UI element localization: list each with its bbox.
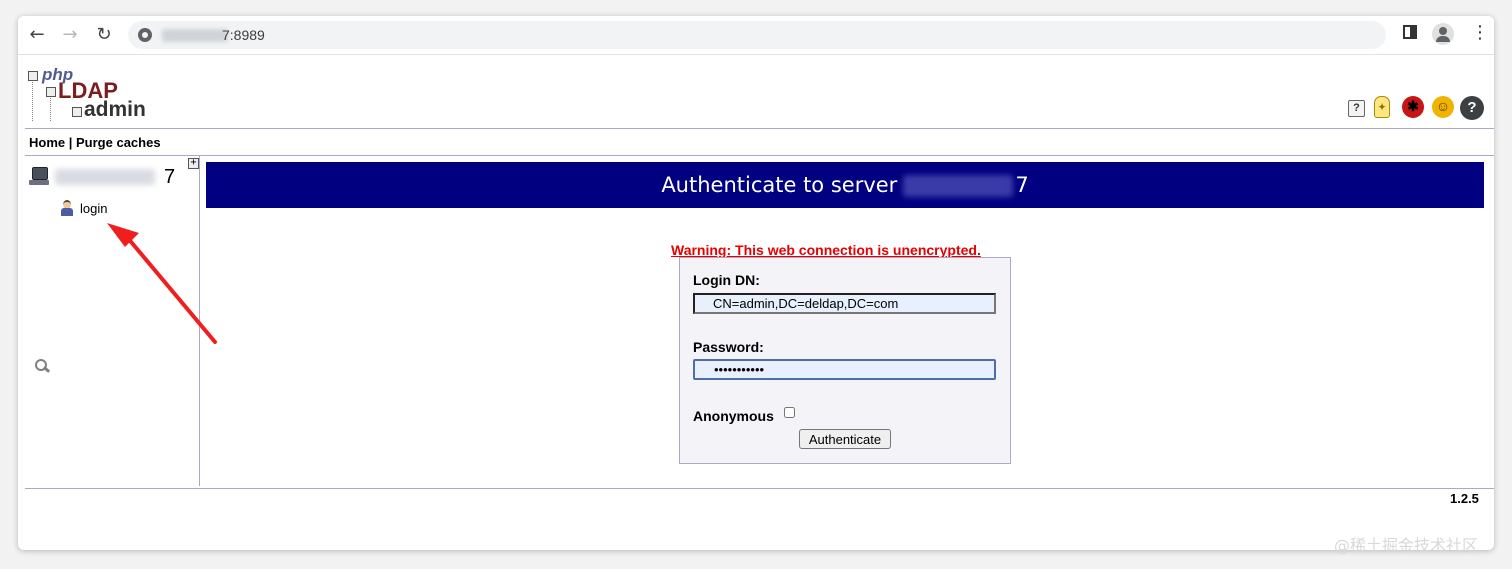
password-input[interactable]	[693, 359, 996, 380]
annotation-arrow	[107, 223, 217, 344]
login-form: Login DN: Password: Anonymous Authentica…	[679, 257, 1011, 464]
logo-tree-node	[28, 71, 38, 81]
divider	[25, 488, 1494, 489]
help-icon[interactable]: ?	[1348, 100, 1365, 117]
reload-icon[interactable]: ↻	[93, 24, 115, 46]
anonymous-label: Anonymous	[693, 408, 774, 424]
server-name-redacted	[55, 169, 155, 185]
kebab-menu-icon[interactable]: ⋮	[1471, 23, 1489, 43]
server-name-redacted	[903, 175, 1014, 197]
page-content: php LDAP admin ? ✦ ✱ ☺ ? Home | Purge ca…	[18, 55, 1494, 550]
login-link[interactable]: login	[80, 201, 107, 216]
server-icon	[29, 167, 49, 185]
authenticate-button[interactable]: Authenticate	[799, 429, 891, 449]
donate-icon[interactable]: ☺	[1432, 96, 1454, 118]
url-text: 7:8989	[222, 27, 265, 43]
watermark: @稀土掘金技术社区	[1334, 536, 1479, 555]
version-label: 1.2.5	[1450, 491, 1479, 506]
anonymous-checkbox[interactable]	[784, 407, 795, 418]
unencrypted-warning: Warning: This web connection is unencryp…	[671, 242, 981, 258]
home-link[interactable]: Home	[29, 135, 65, 150]
browser-toolbar: ← → ↻ 7:8989 ⋮	[18, 16, 1494, 55]
bug-icon[interactable]: ✱	[1402, 96, 1424, 118]
arrow-shaft	[125, 235, 217, 344]
side-panel-icon[interactable]	[1403, 25, 1417, 39]
about-icon[interactable]: ?	[1460, 96, 1484, 120]
forward-icon[interactable]: →	[59, 24, 81, 46]
divider	[25, 128, 1494, 129]
menu-bar: Home | Purge caches	[29, 135, 161, 150]
banner-prefix: Authenticate to server	[661, 173, 898, 197]
url-redacted	[162, 29, 228, 42]
site-info-icon[interactable]	[138, 28, 152, 42]
phpldapadmin-logo[interactable]: php LDAP admin	[28, 65, 146, 123]
login-dn-label: Login DN:	[693, 272, 760, 288]
banner-suffix: 7	[1015, 173, 1029, 197]
back-icon[interactable]: ←	[26, 24, 48, 46]
divider	[25, 155, 1494, 156]
logo-tree-node	[46, 87, 56, 97]
logo-admin: admin	[84, 98, 146, 121]
login-dn-input[interactable]	[693, 293, 996, 314]
idea-icon[interactable]: ✦	[1374, 96, 1390, 118]
profile-icon[interactable]	[1432, 23, 1454, 45]
expand-icon[interactable]: +	[188, 158, 199, 169]
logo-tree-node	[72, 107, 82, 117]
banner-title: Authenticate to server 7	[661, 173, 1029, 197]
address-bar[interactable]: 7:8989	[128, 21, 1386, 49]
password-label: Password:	[693, 339, 764, 355]
server-name[interactable]: 7	[164, 166, 175, 189]
purge-caches-link[interactable]: Purge caches	[76, 135, 161, 150]
browser-window: ← → ↻ 7:8989 ⋮ php LDAP admin ? ✦ ✱ ☺ ?	[18, 16, 1494, 550]
user-icon	[61, 200, 73, 216]
menu-separator: |	[68, 135, 73, 150]
page-banner: Authenticate to server 7	[206, 162, 1484, 208]
